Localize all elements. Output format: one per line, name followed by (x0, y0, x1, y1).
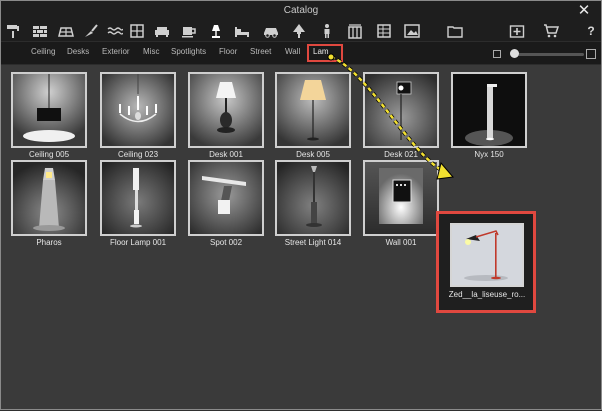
item-label: Desk 005 (296, 150, 330, 159)
tab-lamps-highlight (307, 44, 343, 62)
add-icon[interactable] (509, 23, 525, 39)
sofa-icon[interactable] (154, 23, 170, 39)
item-label: Desk 001 (209, 150, 243, 159)
item-thumbnail (275, 160, 351, 236)
table-icon[interactable] (376, 23, 392, 39)
item-label: Desk 021 (384, 150, 418, 159)
title-bar: Catalog ✕ (1, 1, 601, 21)
bed-icon[interactable] (234, 23, 250, 39)
lamp-icon[interactable] (208, 23, 224, 39)
catalog-grid: Ceiling 005 Ceiling 023 Desk 001 Desk 00… (1, 65, 601, 409)
floor-icon[interactable] (58, 23, 74, 39)
tab-desks[interactable]: Desks (67, 47, 89, 56)
tab-wall[interactable]: Wall (285, 47, 300, 56)
item-thumbnail (451, 72, 527, 148)
large-size-icon[interactable] (586, 49, 596, 59)
folder-icon[interactable] (447, 23, 463, 39)
tab-street[interactable]: Street (250, 47, 271, 56)
water-icon[interactable] (107, 23, 123, 39)
item-thumbnail (11, 160, 87, 236)
car-icon[interactable] (263, 23, 279, 39)
category-toolbar: ? (1, 21, 601, 41)
item-label: Floor Lamp 001 (109, 238, 167, 247)
close-button[interactable]: ✕ (575, 2, 593, 19)
tab-ceiling[interactable]: Ceiling (31, 47, 55, 56)
cart-icon[interactable] (543, 23, 559, 39)
item-label: Ceiling 005 (28, 150, 70, 159)
item-thumbnail (363, 72, 439, 148)
item-thumbnail (275, 72, 351, 148)
window-title: Catalog (283, 5, 319, 16)
item-label: Nyx 150 (474, 150, 504, 159)
trowel-icon[interactable] (83, 23, 99, 39)
item-thumbnail (188, 72, 264, 148)
item-thumbnail (100, 160, 176, 236)
item-thumbnail (188, 160, 264, 236)
tab-floor[interactable]: Floor (219, 47, 237, 56)
catalog-window: Catalog ✕ ? Ceiling Desks Exterior Misc … (0, 0, 602, 410)
image-icon[interactable] (404, 23, 420, 39)
tab-spotlights[interactable]: Spotlights (171, 47, 206, 56)
window-icon[interactable] (129, 23, 145, 39)
building-icon[interactable] (347, 23, 363, 39)
item-thumbnail (100, 72, 176, 148)
item-label: Ceiling 023 (117, 150, 159, 159)
item-thumbnail (363, 160, 439, 236)
wall-icon[interactable] (32, 23, 48, 39)
roller-icon[interactable] (5, 23, 21, 39)
item-label: Pharos (36, 238, 62, 247)
cup-icon[interactable] (181, 23, 197, 39)
thumbnail-size-slider[interactable] (510, 53, 584, 56)
item-thumbnail (450, 223, 524, 287)
person-icon[interactable] (319, 23, 335, 39)
tab-misc[interactable]: Misc (143, 47, 159, 56)
small-size-icon[interactable] (493, 50, 501, 58)
tree-icon[interactable] (291, 23, 307, 39)
subcategory-tabs: Ceiling Desks Exterior Misc Spotlights F… (1, 41, 601, 65)
slider-handle[interactable] (509, 49, 519, 58)
item-thumbnail (11, 72, 87, 148)
help-icon[interactable]: ? (583, 23, 599, 39)
item-label: Spot 002 (209, 238, 243, 247)
dragged-item-zed-la-liseuse[interactable]: Zed__la_liseuse_ro... (436, 211, 536, 313)
item-label: Zed__la_liseuse_ro... (448, 290, 526, 299)
tab-exterior[interactable]: Exterior (102, 47, 130, 56)
item-label: Street Light 014 (284, 238, 342, 247)
